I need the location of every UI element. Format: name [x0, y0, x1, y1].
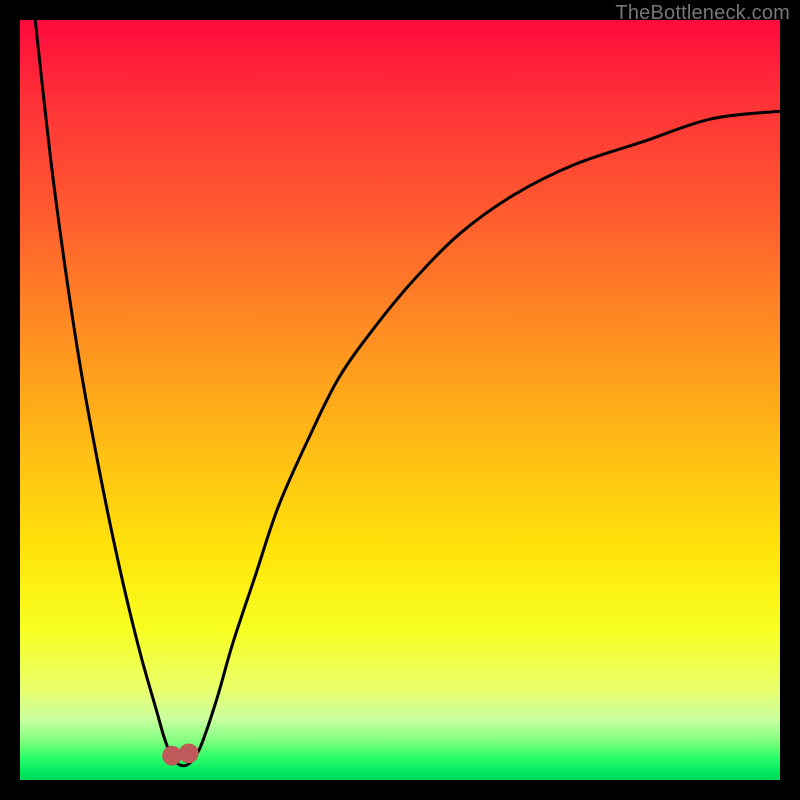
- min-marker-right: [179, 744, 199, 764]
- curve-svg: [20, 20, 780, 780]
- plot-area: [20, 20, 780, 780]
- bottleneck-curve-line: [35, 20, 780, 766]
- chart-frame: TheBottleneck.com: [0, 0, 800, 800]
- min-marker-left: [162, 746, 182, 766]
